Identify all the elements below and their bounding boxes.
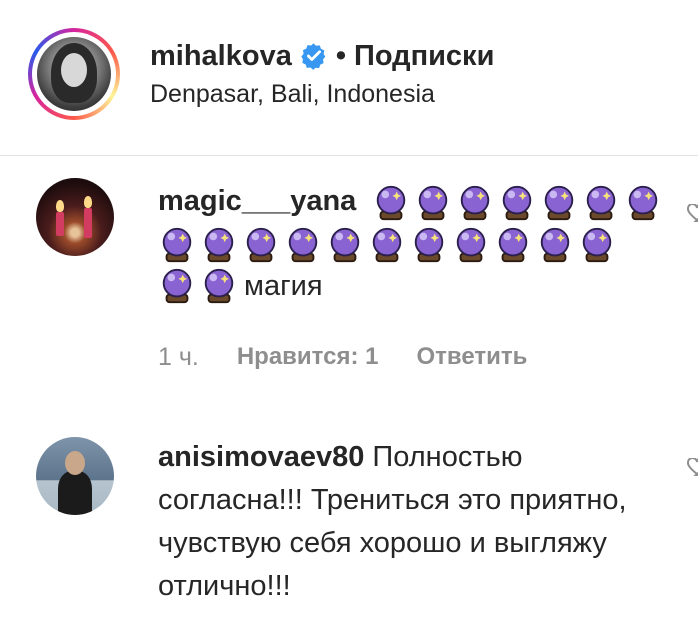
crystal-ball-icon [456,227,486,263]
crystal-ball-icon [586,185,616,221]
crystal-ball-icon [502,185,532,221]
like-heart-icon[interactable] [686,204,698,222]
comment-meta: 1 ч. Нравится: 1 Ответить [158,342,527,372]
crystal-ball-icon [246,227,276,263]
crystal-ball-icon [204,268,234,304]
post-header: mihalkova • Подписки Denpasar, Bali, Ind… [0,0,698,154]
separator-dot: • [335,39,346,72]
crystal-ball-icon [460,185,490,221]
commenter-username[interactable]: magic___yana [158,185,356,217]
crystal-ball-icon [544,185,574,221]
crystal-ball-icon [540,227,570,263]
emoji-row [158,226,620,264]
like-heart-icon[interactable] [686,458,698,476]
crystal-ball-icon [498,227,528,263]
crystal-ball-icon [162,227,192,263]
comment-text: anisimovaev80 Полностью согласна!!! Трен… [158,436,658,608]
crystal-ball-icon [288,227,318,263]
crystal-ball-icon [376,185,406,221]
emoji-row [372,184,666,222]
author-username[interactable]: mihalkova [150,40,292,73]
commenter-username[interactable]: anisimovaev80 [158,441,364,473]
commenter-avatar[interactable] [36,437,114,515]
header-divider [0,155,698,156]
comment-time[interactable]: 1 ч. [158,343,199,372]
crystal-ball-icon [330,227,360,263]
crystal-ball-icon [582,227,612,263]
reply-button[interactable]: Ответить [416,343,527,371]
location-link[interactable]: Denpasar, Bali, Indonesia [150,80,435,109]
crystal-ball-icon [414,227,444,263]
author-avatar[interactable] [28,28,120,120]
emoji-row: магия [158,267,323,305]
author-row: mihalkova • Подписки [150,36,494,76]
comment-word: магия [244,269,323,302]
crystal-ball-icon [628,185,658,221]
crystal-ball-icon [372,227,402,263]
crystal-ball-icon [162,268,192,304]
comment-likes[interactable]: Нравится: 1 [237,343,379,371]
crystal-ball-icon [204,227,234,263]
following-button[interactable]: Подписки [354,40,494,73]
verified-badge-icon [301,43,326,70]
commenter-avatar[interactable] [36,178,114,256]
crystal-ball-icon [418,185,448,221]
